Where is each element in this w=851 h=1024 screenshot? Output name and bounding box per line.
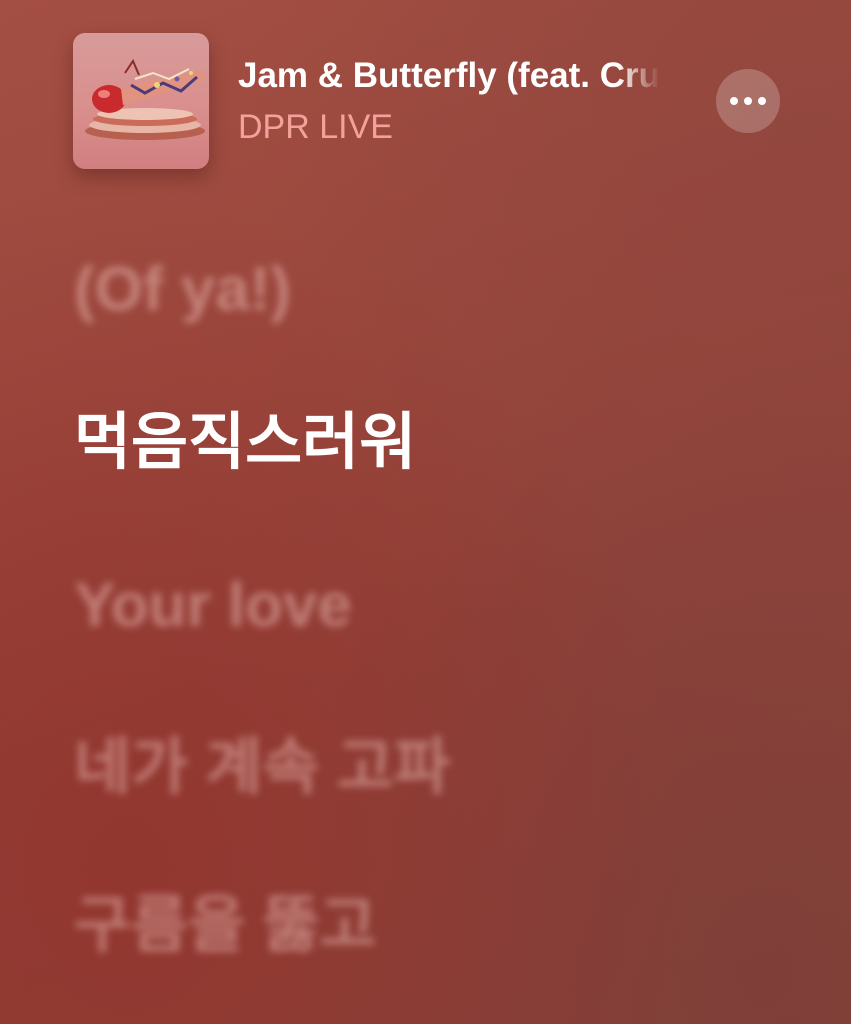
album-artwork-image [85, 58, 207, 140]
album-artwork[interactable] [73, 33, 209, 169]
lyric-line[interactable]: Your love [74, 566, 352, 646]
song-title[interactable]: Jam & Butterfly (feat. Crush) [238, 54, 660, 98]
lyric-line[interactable]: 구름을 뚫고 [74, 886, 376, 966]
lyric-line-current[interactable]: 먹음직스러워 [74, 403, 416, 483]
lyric-line[interactable]: (Of ya!) [74, 250, 291, 330]
lyric-line[interactable]: 네가 계속 고파 [74, 728, 451, 808]
more-options-button[interactable] [716, 69, 780, 133]
artist-name[interactable]: DPR LIVE [238, 105, 393, 149]
ellipsis-icon [730, 97, 766, 105]
now-playing-header: Jam & Butterfly (feat. Crush) DPR LIVE [0, 0, 851, 200]
